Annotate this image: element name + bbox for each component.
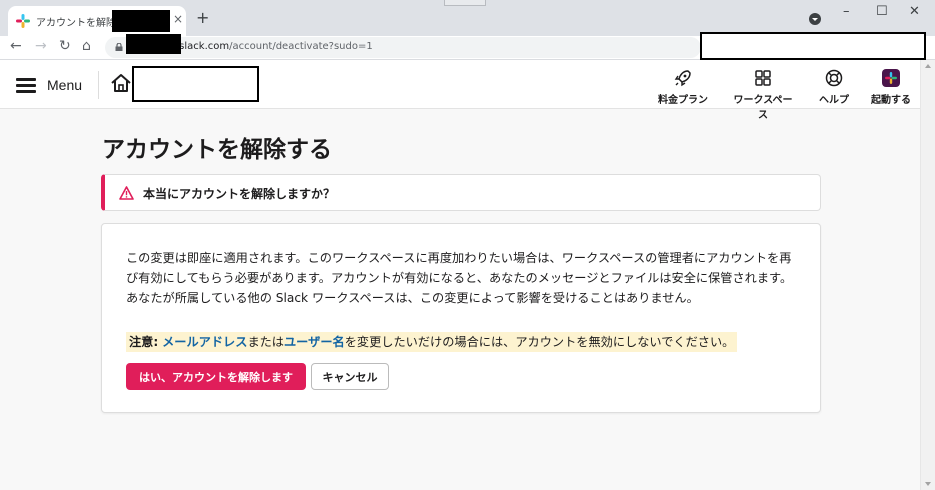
window-close-button[interactable]: ✕ — [909, 4, 920, 19]
page-title: アカウントを解除する — [102, 137, 332, 163]
window-drag-handle[interactable] — [444, 0, 486, 6]
nav-launch[interactable]: 起動する — [869, 68, 913, 106]
warning-banner: 本当にアカウントを解除しますか？ — [101, 174, 821, 211]
url-path: /account/deactivate?sudo=1 — [229, 41, 373, 52]
browser-toolbar: ← → ↻ ⌂ .slack.com/account/deactivate?su… — [0, 32, 935, 60]
nav-help[interactable]: ヘルプ — [817, 68, 851, 106]
redacted-toolbar-extensions — [700, 32, 926, 60]
warning-text: 本当にアカウントを解除しますか？ — [143, 187, 336, 201]
url-text: .slack.com/account/deactivate?sudo=1 — [176, 41, 373, 52]
redacted-workspace-name — [132, 66, 259, 102]
note-banner: 注意: メールアドレスまたはユーザー名を変更したいだけの場合には、アカウントを無… — [126, 332, 738, 352]
deactivate-card: この変更は即座に適用されます。このワークスペースに再度加わりたい場合は、ワークス… — [101, 223, 821, 413]
slack-favicon-icon — [16, 14, 30, 28]
browser-home-icon[interactable]: ⌂ — [82, 38, 91, 54]
nav-launch-label: 起動する — [871, 95, 911, 106]
note-or: または — [247, 335, 284, 349]
window-maximize-button[interactable]: ☐ — [876, 4, 888, 19]
confirm-deactivate-button[interactable]: はい、アカウントを解除します — [126, 363, 306, 390]
new-tab-button[interactable]: + — [196, 8, 209, 27]
note-rest: を変更したいだけの場合には、アカウントを無効にしないでください。 — [344, 335, 735, 349]
profile-menu-icon[interactable] — [809, 13, 821, 25]
address-bar[interactable]: .slack.com/account/deactivate?sudo=1 — [105, 37, 701, 58]
lifebuoy-icon — [825, 69, 843, 87]
nav-pricing-label: 料金プラン — [658, 95, 708, 106]
lock-icon — [115, 43, 123, 51]
reload-icon[interactable]: ↻ — [59, 38, 71, 54]
nav-workspaces-label: ワークスペース — [733, 95, 793, 121]
window-minimize-button[interactable]: – — [843, 4, 850, 19]
slack-logo-icon — [882, 69, 900, 87]
menu-button-label[interactable]: Menu — [47, 77, 82, 93]
nav-workspaces[interactable]: ワークスペース — [729, 68, 797, 121]
back-arrow-icon[interactable]: ← — [10, 38, 22, 54]
hamburger-menu-icon[interactable] — [16, 78, 36, 93]
redacted-tab-text — [112, 10, 170, 32]
nav-help-label: ヘルプ — [819, 95, 849, 106]
deactivate-description: この変更は即座に適用されます。このワークスペースに再度加わりたい場合は、ワークス… — [126, 251, 793, 305]
warning-triangle-icon — [119, 186, 134, 200]
nav-pricing[interactable]: 料金プラン — [658, 68, 708, 106]
forward-arrow-icon[interactable]: → — [35, 38, 47, 54]
rocket-icon — [674, 70, 691, 87]
cancel-button[interactable]: キャンセル — [311, 363, 389, 390]
url-domain: .slack.com — [176, 41, 230, 52]
scroll-up-icon[interactable] — [925, 64, 931, 68]
header-divider — [98, 71, 99, 99]
note-label: 注意: — [129, 335, 159, 349]
home-icon[interactable] — [110, 72, 132, 94]
scroll-down-icon[interactable] — [925, 482, 931, 486]
username-link[interactable]: ユーザー名 — [284, 335, 345, 349]
email-link[interactable]: メールアドレス — [162, 335, 247, 349]
browser-tabstrip: アカウントを解除する | × + – ☐ ✕ — [0, 0, 935, 36]
tab-close-icon[interactable]: × — [173, 12, 183, 26]
grid-icon — [755, 70, 771, 86]
app-header: Menu 料金プラン ワークスペース ヘルプ 起動する — [0, 60, 920, 121]
page-scrollbar[interactable] — [920, 60, 935, 490]
redacted-url-subdomain — [126, 34, 181, 54]
